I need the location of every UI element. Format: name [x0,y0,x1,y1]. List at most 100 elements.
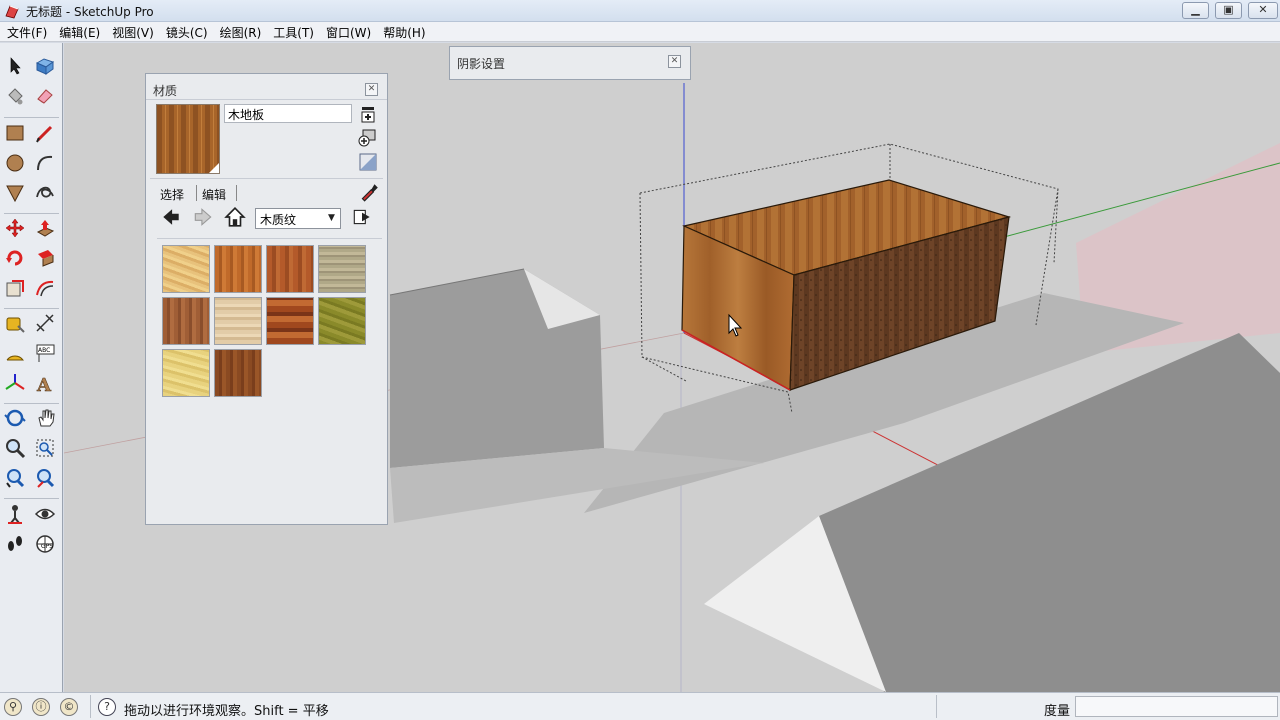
line-tool-icon[interactable] [32,120,58,146]
move-tool-icon[interactable] [2,215,28,241]
eraser-icon[interactable] [32,83,58,109]
rotate-tool-icon[interactable] [2,245,28,271]
svg-text:GPS: GPS [41,543,53,550]
status-bar: ⚲ ⓘ © ? 拖动以进行环境观察。Shift = 平移 度量 [0,692,1280,720]
make-component-icon[interactable] [32,53,58,79]
toolbar-separator [4,117,59,118]
default-material-icon[interactable] [358,152,378,172]
status-separator [936,695,937,718]
menu-draw[interactable]: 绘图(R) [214,22,268,41]
freehand-tool-icon[interactable] [32,180,58,206]
materials-panel-header: 材质 ✕ [146,74,387,100]
sample-paint-eyedropper-icon[interactable] [358,181,380,203]
display-secondary-selection-icon[interactable] [358,104,378,124]
rectangle-tool-icon[interactable] [2,120,28,146]
window-title: 无标题 - SketchUp Pro [26,5,154,19]
position-camera-icon[interactable] [2,501,28,527]
arc-tool-icon[interactable] [32,150,58,176]
paint-bucket-icon[interactable] [2,83,28,109]
protractor-icon[interactable] [2,340,28,366]
menu-file[interactable]: 文件(F) [0,22,53,41]
menu-window[interactable]: 窗口(W) [320,22,377,41]
pan-hand-icon[interactable] [32,405,58,431]
material-swatch-grid [157,238,382,518]
title-bar: 无标题 - SketchUp Pro ▁ ▣ ✕ [0,0,1280,22]
tab-divider [236,185,237,201]
tape-measure-icon[interactable] [2,310,28,336]
sketchup-app-icon [5,5,19,19]
toolbar-separator [4,498,59,499]
swatch-light-maple[interactable] [162,245,210,293]
swatch-olive-veneer[interactable] [318,297,366,345]
menu-view[interactable]: 视图(V) [106,22,160,41]
minimize-button[interactable]: ▁ [1182,2,1209,19]
restore-button[interactable]: ▣ [1215,2,1242,19]
help-question-icon[interactable]: ? [98,698,116,716]
push-pull-tool-icon[interactable] [32,215,58,241]
swatch-mahogany[interactable] [266,245,314,293]
dimension-tool-icon[interactable] [32,310,58,336]
measurements-input[interactable] [1075,696,1278,717]
materials-tabs: 选择 编辑 [150,178,383,206]
library-dropdown[interactable]: 木质纹 ▼ [255,208,341,229]
menu-help[interactable]: 帮助(H) [377,22,431,41]
swatch-pine[interactable] [162,349,210,397]
orbit-tool-icon[interactable] [2,405,28,431]
swatch-parquet-mix[interactable] [266,297,314,345]
svg-text:A: A [36,375,52,394]
follow-me-tool-icon[interactable] [32,245,58,271]
zoom-window-icon[interactable] [32,435,58,461]
status-message: 拖动以进行环境观察。Shift = 平移 [124,704,329,719]
3d-text-icon[interactable]: A [32,370,58,396]
credits-icon[interactable]: ⓘ [32,698,50,716]
polygon-tool-icon[interactable] [2,180,28,206]
scale-tool-icon[interactable] [2,275,28,301]
swatch-dark-cherry[interactable] [214,349,262,397]
menu-camera[interactable]: 镜头(C) [160,22,214,41]
large-toolset-toolbar: ABC A GPS [0,43,63,692]
back-arrow-icon[interactable] [160,206,182,228]
materials-panel-title: 材质 [153,84,178,98]
previous-view-icon[interactable] [2,465,28,491]
materials-panel-close-icon[interactable]: ✕ [365,83,378,96]
material-name-field[interactable]: 木地板 [224,104,352,123]
toolbar-separator [4,213,59,214]
circle-tool-icon[interactable] [2,150,28,176]
status-separator [90,695,91,718]
menu-tools[interactable]: 工具(T) [267,22,320,41]
svg-text:ABC: ABC [38,347,50,354]
swatch-cherry[interactable] [214,245,262,293]
geo-location-icon[interactable]: ⚲ [4,698,22,716]
tab-edit[interactable]: 编辑 [202,186,226,203]
materials-panel: 材质 ✕ 木地板 选择 编辑 木质纹 ▼ [145,73,388,525]
toolbar-separator [4,403,59,404]
create-material-icon[interactable] [358,128,378,148]
axes-tool-icon[interactable] [2,370,28,396]
home-icon[interactable] [224,206,246,228]
tab-divider [196,185,197,201]
forward-arrow-icon[interactable] [192,206,214,228]
shadow-panel-close-icon[interactable]: ✕ [668,55,681,68]
zoom-tool-icon[interactable] [2,435,28,461]
material-preview [156,104,220,174]
menu-bar: 文件(F) 编辑(E) 视图(V) 镜头(C) 绘图(R) 工具(T) 窗口(W) 帮助(H) [0,22,1280,42]
menu-edit[interactable]: 编辑(E) [53,22,106,41]
section-plane-icon[interactable]: GPS [32,531,58,557]
zoom-extents-icon[interactable] [32,465,58,491]
walk-footprints-icon[interactable] [2,531,28,557]
swatch-light-oak[interactable] [214,297,262,345]
details-arrow-icon[interactable] [351,206,373,228]
chevron-down-icon: ▼ [328,213,335,223]
user-account-icon[interactable]: © [60,698,78,716]
offset-tool-icon[interactable] [32,275,58,301]
shadow-settings-panel[interactable]: 阴影设置 ✕ [449,46,691,80]
close-button[interactable]: ✕ [1248,2,1278,19]
swatch-driftwood[interactable] [318,245,366,293]
select-tool-icon[interactable] [2,53,28,79]
tab-select[interactable]: 选择 [160,186,184,203]
library-navigation: 木质纹 ▼ [154,206,382,232]
measurements-label: 度量 [1044,704,1071,719]
swatch-walnut[interactable] [162,297,210,345]
look-around-eye-icon[interactable] [32,501,58,527]
text-tool-icon[interactable]: ABC [32,340,58,366]
